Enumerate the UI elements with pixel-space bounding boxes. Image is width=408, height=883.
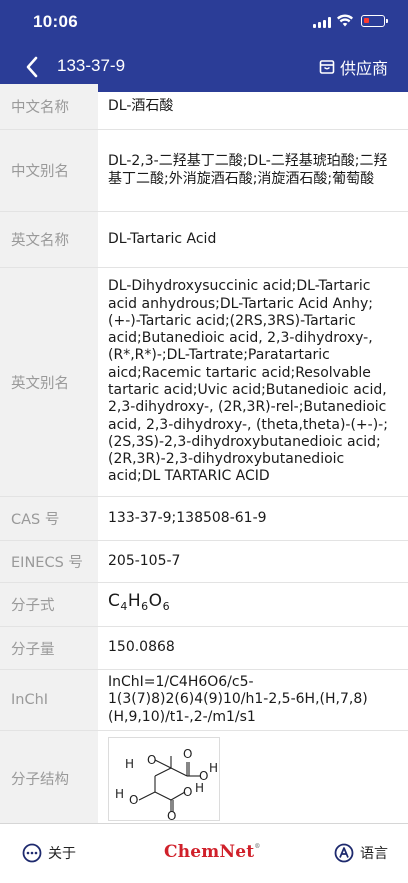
row-label: 分子式 (0, 583, 98, 626)
table-row-einecs: EINECS 号 205-105-7 (0, 541, 408, 583)
molecular-formula: C4H6O6 (108, 591, 171, 614)
tartaric-acid-structure: H O O O H H O O H O (115, 747, 218, 823)
svg-text:H: H (195, 781, 204, 795)
chinese-alias-value: DL-2,3-二羟基丁二酸;DL-二羟基琥珀酸;二羟基丁二酸;外消旋酒石酸;消旋… (108, 153, 388, 187)
supplier-label: 供应商 (339, 59, 388, 78)
svg-text:O: O (129, 793, 138, 807)
supplier-button[interactable]: 供应商 (319, 54, 388, 80)
chemnet-logo: ChemNet® (164, 842, 261, 862)
cellular-signal-icon (313, 17, 331, 28)
table-row-molecular-weight: 分子量 150.0868 (0, 627, 408, 670)
table-row-formula: 分子式 C4H6O6 (0, 583, 408, 627)
about-label: 关于 (48, 846, 76, 862)
svg-text:H: H (115, 787, 124, 801)
svg-text:O: O (167, 809, 176, 820)
chinese-name-value: DL-酒石酸 (108, 97, 174, 114)
table-row-inchi: InChI InChI=1/C4H6O6/c5-1(3(7)8)2(6)4(9)… (0, 670, 408, 731)
table-row-chinese-alias: 中文别名 DL-2,3-二羟基丁二酸;DL-二羟基琥珀酸;二羟基丁二酸;外消旋酒… (0, 130, 408, 212)
structure-value: H O O O H H O O H O (98, 731, 408, 826)
status-time: 10:06 (33, 12, 78, 31)
property-table: 中文名称 DL-酒石酸 中文别名 DL-2,3-二羟基丁二酸;DL-二羟基琥珀酸… (0, 84, 408, 827)
more-circle-icon (22, 843, 42, 863)
wifi-icon (337, 14, 353, 27)
row-label: 分子结构 (0, 731, 98, 826)
cas-value: 133-37-9;138508-61-9 (108, 509, 267, 526)
molecular-weight-value: 150.0868 (108, 639, 175, 656)
row-label: 英文名称 (0, 212, 98, 267)
row-label: 分子量 (0, 627, 98, 669)
chevron-left-icon (26, 56, 38, 78)
svg-text:O: O (147, 753, 156, 767)
table-row-structure: 分子结构 H O O O H H O O H O (0, 731, 408, 827)
row-label: 中文别名 (0, 130, 98, 211)
bottom-bar: 关于 ChemNet® 语言 (0, 823, 408, 883)
svg-text:O: O (183, 747, 192, 761)
row-label: InChI (0, 670, 98, 730)
table-row-english-name: 英文名称 DL-Tartaric Acid (0, 212, 408, 268)
einecs-value: 205-105-7 (108, 552, 181, 569)
row-label: CAS 号 (0, 497, 98, 540)
app-header: 10:06 133-37-9 供应商 (0, 0, 408, 92)
molecular-structure-image: H O O O H H O O H O (108, 736, 220, 823)
svg-text:H: H (125, 757, 134, 771)
svg-text:H: H (209, 761, 218, 775)
table-row-english-alias: 英文别名 DL-Dihydroxysuccinic acid;DL-Tartar… (0, 268, 408, 497)
table-row-chinese-name: 中文名称 DL-酒石酸 (0, 84, 408, 130)
row-label: 英文别名 (0, 268, 98, 496)
row-label: EINECS 号 (0, 541, 98, 582)
back-button[interactable] (22, 54, 44, 80)
english-name-value: DL-Tartaric Acid (108, 230, 217, 247)
table-row-cas: CAS 号 133-37-9;138508-61-9 (0, 497, 408, 541)
svg-text:O: O (183, 785, 192, 799)
row-label: 中文名称 (0, 84, 98, 129)
inchi-value: InChI=1/C4H6O6/c5-1(3(7)8)2(6)4(9)10/h1-… (108, 674, 368, 725)
formula-value: C4H6O6 (98, 583, 408, 626)
store-icon (319, 60, 335, 74)
language-label: 语言 (360, 846, 388, 862)
language-button[interactable]: 语言 (334, 843, 388, 863)
language-a-icon (334, 843, 354, 863)
page-title: 133-37-9 (57, 56, 126, 75)
battery-icon (361, 15, 388, 27)
about-button[interactable]: 关于 (22, 843, 76, 863)
status-bar: 10:06 (0, 0, 408, 44)
english-alias-value: DL-Dihydroxysuccinic acid;DL-Tartaric ac… (108, 278, 388, 485)
